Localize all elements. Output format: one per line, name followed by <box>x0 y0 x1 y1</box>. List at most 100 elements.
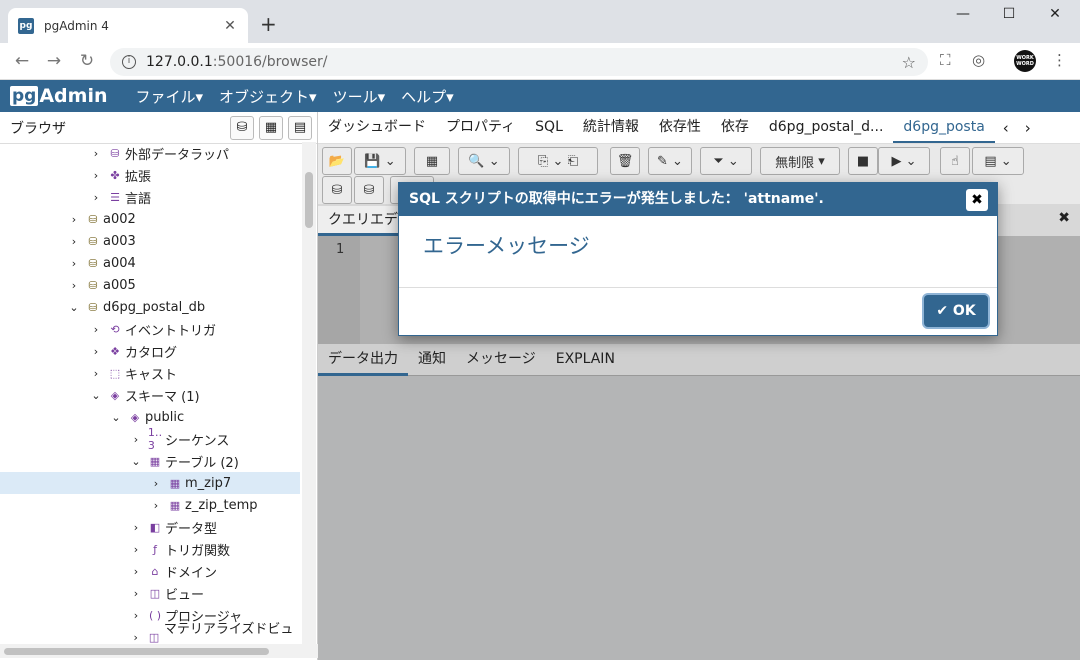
chevron-down-icon[interactable]: ⌄ <box>110 411 122 424</box>
chevron-right-icon[interactable]: › <box>130 521 142 534</box>
tab-scroll-left-icon[interactable]: ‹ <box>995 119 1017 137</box>
view-data-icon[interactable]: ▦ <box>259 115 283 140</box>
chevron-right-icon[interactable]: › <box>90 191 102 204</box>
tree-node[interactable]: › ⛁ 外部データラッパ <box>0 142 300 164</box>
tree-node[interactable]: › ▦ m_zip7 <box>0 472 300 494</box>
reload-icon[interactable]: ↻ <box>75 51 99 71</box>
maximize-button[interactable]: ☐ <box>986 6 1032 22</box>
chevron-right-icon[interactable]: › <box>68 279 80 292</box>
tab-data-output[interactable]: データ出力 <box>318 344 408 376</box>
rollback-icon[interactable]: ⛁ <box>354 176 384 204</box>
save-icon[interactable]: 💾 ⌄ <box>354 147 406 175</box>
minimize-button[interactable]: — <box>940 6 986 22</box>
find-icon[interactable]: ▦ <box>414 147 450 175</box>
open-file-icon[interactable]: 📂 <box>322 147 352 175</box>
profile-avatar[interactable]: WORK WORD <box>1014 50 1036 72</box>
download-icon[interactable]: ▤ ⌄ <box>972 147 1024 175</box>
tree-node[interactable]: › ⌂ ドメイン <box>0 560 300 582</box>
new-tab-button[interactable]: + <box>260 12 277 36</box>
chevron-right-icon[interactable]: › <box>90 169 102 182</box>
edit-icon[interactable]: ✎ ⌄ <box>648 147 692 175</box>
tree-node[interactable]: › ✤ 拡張 <box>0 164 300 186</box>
tab-notifications[interactable]: 通知 <box>408 344 456 376</box>
tree-node[interactable]: › ❖ カタログ <box>0 340 300 362</box>
chevron-right-icon[interactable]: › <box>68 213 80 226</box>
tab-properties[interactable]: プロパティ <box>436 112 525 143</box>
tree-node[interactable]: › ƒ トリガ関数 <box>0 538 300 560</box>
chevron-right-icon[interactable]: › <box>130 543 142 556</box>
tree-node[interactable]: › ⬚ キャスト <box>0 362 300 384</box>
panel-close-icon[interactable]: ✖ <box>1058 210 1070 226</box>
limit-select[interactable]: 無制限 ▾ <box>760 147 840 175</box>
extension-circle-icon[interactable]: ◎ <box>972 51 985 69</box>
search-icon[interactable]: 🔍 ⌄ <box>458 147 510 175</box>
chevron-right-icon[interactable]: › <box>90 147 102 160</box>
chevron-down-icon[interactable]: ⌄ <box>130 455 142 468</box>
screen-capture-icon[interactable]: ⛶ <box>940 51 951 69</box>
ok-button[interactable]: ✔ OK <box>924 295 988 327</box>
chevron-right-icon[interactable]: › <box>90 323 102 336</box>
chevron-right-icon[interactable]: › <box>130 609 142 622</box>
tree-node[interactable]: › ⟲ イベントトリガ <box>0 318 300 340</box>
tab-statistics[interactable]: 統計情報 <box>573 112 649 143</box>
chevron-right-icon[interactable]: › <box>68 257 80 270</box>
chevron-down-icon[interactable]: ⌄ <box>68 301 80 314</box>
filter-icon[interactable]: ⏷ ⌄ <box>700 147 752 175</box>
url-input[interactable]: i 127.0.0.1:50016/browser/ ☆ <box>110 48 928 76</box>
stop-icon[interactable]: ■ <box>848 147 878 175</box>
tab-query-editor[interactable]: クエリエデ <box>318 206 408 236</box>
tab-dashboard[interactable]: ダッシュボード <box>318 112 436 143</box>
tree-node[interactable]: › ⛁ a004 <box>0 252 300 274</box>
tree-node[interactable]: › ◧ データ型 <box>0 516 300 538</box>
filter-rows-icon[interactable]: ▤ <box>288 115 312 140</box>
chevron-right-icon[interactable]: › <box>130 631 141 644</box>
menu-object[interactable]: オブジェクト▾ <box>219 86 317 107</box>
chevron-right-icon[interactable]: › <box>90 345 102 358</box>
tree-node[interactable]: ⌄ ◈ public <box>0 406 300 428</box>
dialog-close-icon[interactable]: ✖ <box>966 189 988 211</box>
site-info-icon[interactable]: i <box>122 55 136 69</box>
forward-icon[interactable]: → <box>42 51 66 71</box>
tree-node[interactable]: › ⛁ a005 <box>0 274 300 296</box>
chevron-right-icon[interactable]: › <box>130 433 142 446</box>
tree-node[interactable]: › ◫マテリアライズドビュー <box>0 622 300 644</box>
tab-dependents[interactable]: 依存 <box>711 112 759 143</box>
tree-horizontal-scroll-thumb[interactable] <box>4 648 269 655</box>
back-icon[interactable]: ← <box>10 51 34 71</box>
tree-vertical-scroll-thumb[interactable] <box>305 172 313 228</box>
bookmark-star-icon[interactable]: ☆ <box>902 53 916 72</box>
chevron-right-icon[interactable]: › <box>90 367 102 380</box>
tree-node[interactable]: › ▦ z_zip_temp <box>0 494 300 516</box>
object-tree[interactable]: › ⛁ 外部データラッパ › ✤ 拡張 › ☰ 言語 › ⛁ a002 › ⛁ a003 › ⛁ a004 › ⛁ a0… <box>0 142 300 644</box>
clear-icon[interactable]: ☝ <box>940 147 970 175</box>
tree-vertical-scrollbar[interactable] <box>302 142 316 644</box>
tree-horizontal-scrollbar[interactable] <box>0 644 318 658</box>
tree-node[interactable]: ⌄ ◈ スキーマ (1) <box>0 384 300 406</box>
chevron-right-icon[interactable]: › <box>130 565 142 578</box>
tab-sql[interactable]: SQL <box>525 112 573 143</box>
browser-tab[interactable]: pg pgAdmin 4 ✕ <box>8 8 248 43</box>
tree-node[interactable]: › 1‥3 シーケンス <box>0 426 300 452</box>
chevron-down-icon[interactable]: ⌄ <box>90 389 102 402</box>
tab-query-tool-1[interactable]: d6pg_postal_d... <box>759 112 894 143</box>
tree-node[interactable]: › ◫ ビュー <box>0 582 300 604</box>
tab-messages[interactable]: メッセージ <box>456 344 546 376</box>
tab-scroll-right-icon[interactable]: › <box>1017 119 1039 137</box>
tree-node[interactable]: › ⛁ a002 <box>0 208 300 230</box>
tree-node[interactable]: › ☰ 言語 <box>0 186 300 208</box>
tree-node[interactable]: › ⛁ a003 <box>0 230 300 252</box>
tab-explain[interactable]: EXPLAIN <box>546 344 625 376</box>
tab-dependencies[interactable]: 依存性 <box>649 112 711 143</box>
tree-node[interactable]: ⌄ ⛁ d6pg_postal_db <box>0 296 300 318</box>
window-close-button[interactable]: ✕ <box>1032 6 1078 22</box>
chevron-right-icon[interactable]: › <box>130 587 142 600</box>
menu-tools[interactable]: ツール▾ <box>333 86 386 107</box>
commit-icon[interactable]: ⛁ <box>322 176 352 204</box>
execute-icon[interactable]: ▶ ⌄ <box>878 147 930 175</box>
menu-file[interactable]: ファイル▾ <box>136 86 204 107</box>
menu-help[interactable]: ヘルプ▾ <box>401 86 454 107</box>
chevron-right-icon[interactable]: › <box>150 499 162 512</box>
chevron-right-icon[interactable]: › <box>68 235 80 248</box>
chevron-right-icon[interactable]: › <box>150 477 162 490</box>
tree-node[interactable]: ⌄ ▦ テーブル (2) <box>0 450 300 472</box>
